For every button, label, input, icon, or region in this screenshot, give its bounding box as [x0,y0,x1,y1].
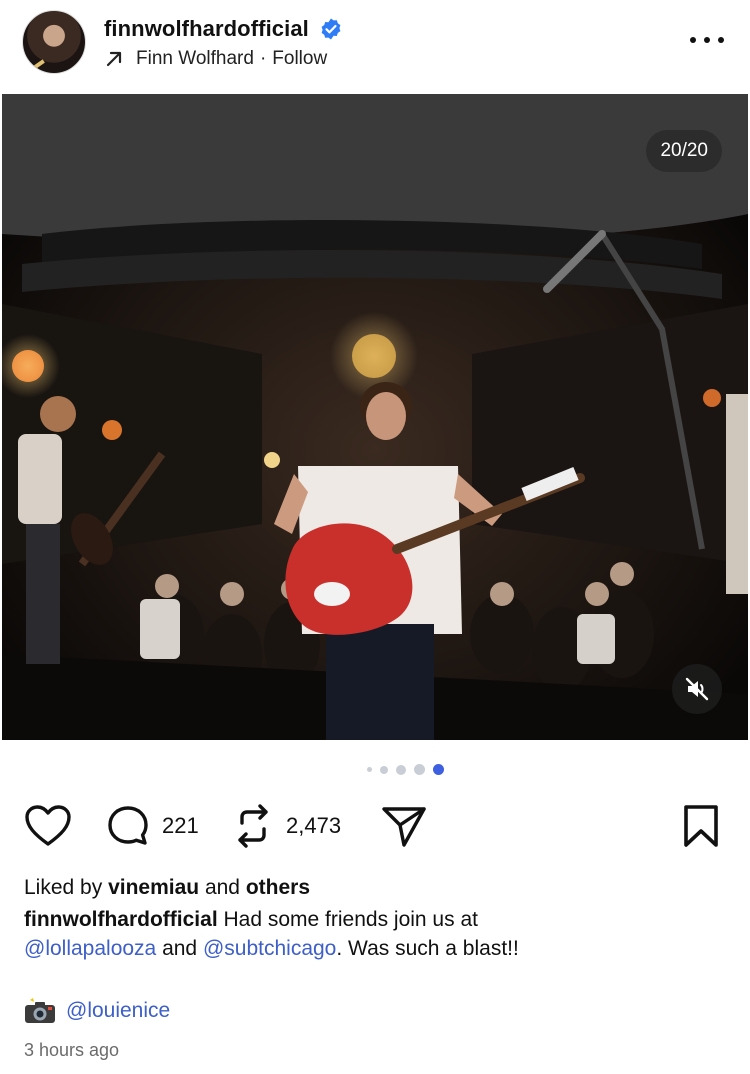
bookmark-button[interactable] [682,804,720,853]
repost-attribution: Finn Wolfhard · Follow [104,46,327,72]
comment-count: 221 [162,813,199,838]
liked-others-link[interactable]: others [246,876,310,899]
mention-lollapalooza[interactable]: @lollapalooza [24,937,156,960]
carousel-indicator [0,764,750,775]
like-button[interactable] [24,800,72,852]
post-photo[interactable]: 20/20 [2,94,748,740]
carousel-dot [413,764,425,775]
carousel-dot [366,767,372,772]
liked-middle: and [204,876,240,899]
username-row: finnwolfhardofficial [104,14,343,44]
credit-mention-louienice[interactable]: @louienice [66,999,170,1023]
repost-button[interactable]: 2,473 [232,800,341,852]
photo-credit: @louienice [24,998,170,1024]
image-counter-badge: 20/20 [646,130,722,172]
comment-button[interactable]: 221 [106,800,199,852]
verified-badge-icon [321,18,341,40]
share-icon [382,807,426,847]
separator: · [259,48,267,69]
liked-by-line: Liked by vinemiau and others [24,876,310,900]
caption-text-1: Had some friends join us at [223,908,478,931]
post-timestamp: 3 hours ago [24,1040,120,1060]
action-bar: 221 2,473 [0,800,750,852]
username-link[interactable]: finnwolfhardofficial [104,16,309,42]
repost-icon [238,804,268,848]
mention-subtchicago[interactable]: @subtchicago [203,937,336,960]
post-caption: finnwolfhardofficial Had some friends jo… [24,905,724,963]
caption-text-3: . Was such a blast!! [336,937,519,960]
carousel-dot [379,765,388,774]
share-button[interactable] [380,800,428,852]
repost-author[interactable]: Finn Wolfhard [136,48,254,70]
caption-text-2: and [162,937,198,960]
follow-button[interactable]: Follow [272,48,327,70]
liked-user-link[interactable]: vinemiau [108,876,199,899]
bookmark-icon [684,805,718,847]
caption-username[interactable]: finnwolfhardofficial [24,908,218,931]
carousel-dot [395,764,406,775]
arrow-up-right-icon [106,51,122,67]
speaker-muted-icon[interactable] [672,664,722,714]
mute-glyph-icon [685,677,709,701]
post-header: finnwolfhardofficial Finn Wolfhard · Fol… [0,0,750,94]
camera-flash-icon [25,998,55,1023]
avatar[interactable] [22,10,86,74]
repost-count: 2,473 [286,813,342,838]
comment-icon [108,806,148,845]
more-options-icon[interactable] [690,28,724,52]
concert-photo [2,94,748,740]
liked-prefix: Liked by [24,876,103,899]
carousel-dot-active [432,764,444,775]
heart-icon [25,805,71,846]
